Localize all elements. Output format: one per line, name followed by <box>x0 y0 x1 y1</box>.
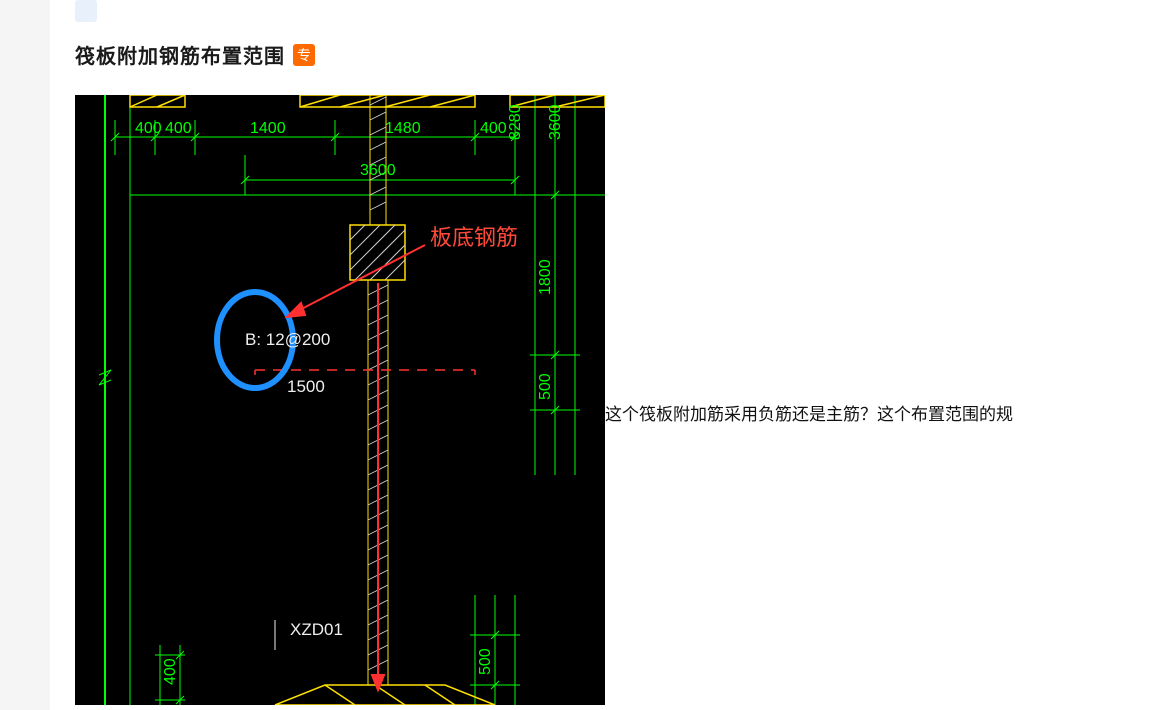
dim-label: 3600 <box>547 104 564 140</box>
title-row: 筏板附加钢筋布置范围 专 <box>75 40 1147 69</box>
dim-label: 3600 <box>360 162 396 179</box>
dim-label: 500 <box>537 373 554 400</box>
dim-label: 500 <box>477 648 494 675</box>
rebar-spec-label: B: 12@200 <box>245 330 330 349</box>
page-title: 筏板附加钢筋布置范围 <box>75 40 285 69</box>
red-annotation: 板底钢筋 <box>430 225 518 250</box>
dim-label: 400 <box>162 658 179 685</box>
dim-label: 1800 <box>537 259 554 295</box>
question-text: 这个筏板附加筋采用负筋还是主筋？这个布置范围的规 <box>605 400 1013 425</box>
body-row: 400 400 1400 1480 400 8280 3600 3600 180… <box>75 95 1147 705</box>
dim-1500: 1500 <box>287 377 325 396</box>
cad-drawing: 400 400 1400 1480 400 8280 3600 3600 180… <box>75 95 605 705</box>
content-panel: 筏板附加钢筋布置范围 专 <box>50 0 1172 710</box>
dim-label: 400 <box>480 120 507 137</box>
dim-label: 1400 <box>250 120 286 137</box>
avatar <box>75 0 97 22</box>
dim-label: 400 <box>135 120 162 137</box>
dim-label: 8280 <box>507 104 524 140</box>
expert-badge: 专 <box>293 44 315 66</box>
dim-label: 400 <box>165 120 192 137</box>
dim-label: 1480 <box>385 120 421 137</box>
element-label: XZD01 <box>290 620 343 639</box>
